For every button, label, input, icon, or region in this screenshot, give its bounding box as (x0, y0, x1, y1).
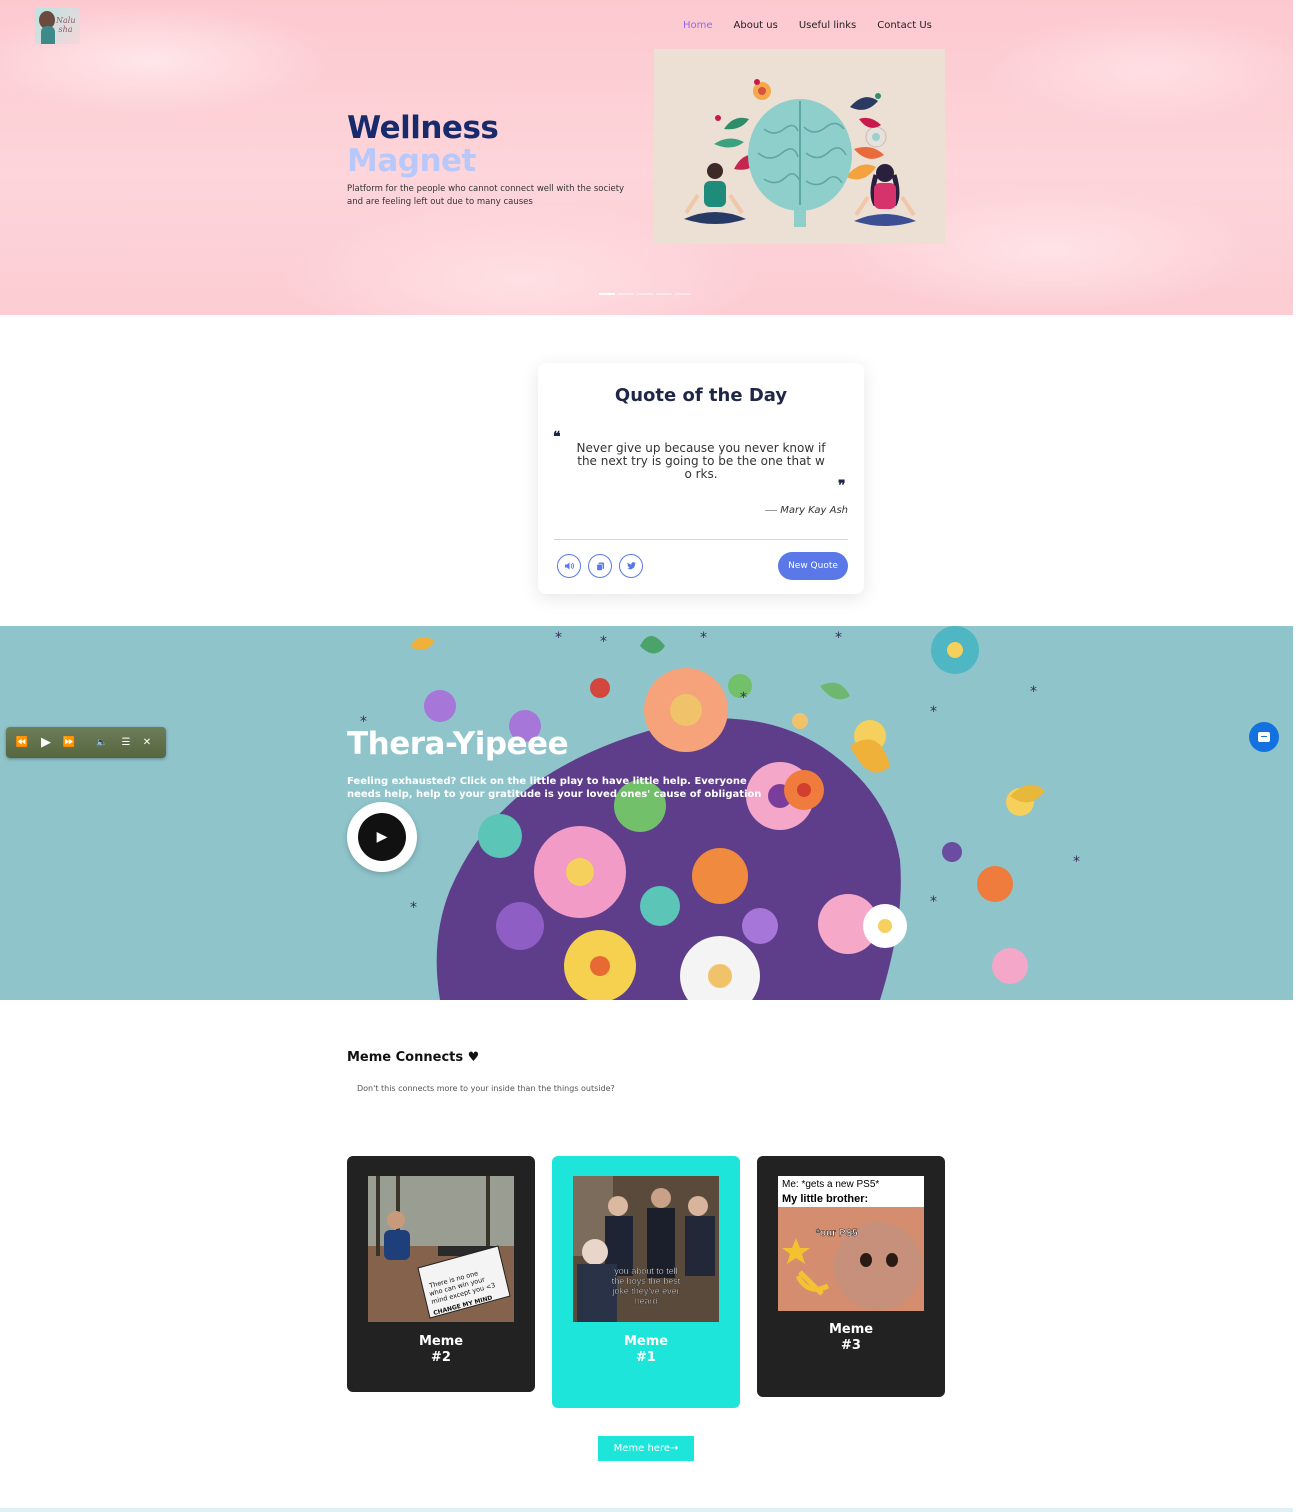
carousel-dot[interactable] (675, 293, 691, 295)
carousel-dot[interactable] (618, 293, 634, 295)
rewind-icon[interactable]: ⏪ (6, 737, 38, 748)
hero-title-wellness: Wellness (347, 110, 499, 146)
audio-player: ⏪ ▶ ⏩ 🔈 ☰ ✕ (6, 727, 166, 758)
quote-open-mark-icon: ❝ (553, 429, 561, 445)
meme-card-2[interactable]: There is no one who can win your mind ex… (347, 1156, 535, 1392)
svg-text:My little brother:: My little brother: (782, 1193, 868, 1205)
chat-button[interactable] (1249, 722, 1279, 752)
svg-text:*: * (930, 894, 937, 910)
nav-contact-us[interactable]: Contact Us (877, 20, 932, 31)
svg-text:*our PS5: *our PS5 (816, 1228, 858, 1239)
carousel-dot[interactable] (637, 293, 653, 295)
play-icon[interactable]: ▶ (38, 735, 54, 750)
speak-button[interactable] (557, 554, 581, 578)
svg-text:heard: heard (634, 1296, 657, 1306)
thera-yipeee-section: * * * * * * * * * * * Thera-Yipeee Feeling exha… (0, 626, 1293, 1000)
floral-head-illustration: ** * *** *** * * (360, 626, 1080, 1000)
copy-button[interactable] (588, 554, 612, 578)
meme-3-caption: Meme #3 (757, 1322, 945, 1354)
thera-play-button[interactable]: ▶ (347, 802, 417, 872)
twitter-icon (626, 562, 636, 570)
meme-image-change-my-mind: There is no one who can win your mind ex… (368, 1176, 514, 1322)
svg-text:*: * (410, 900, 417, 916)
svg-text:joke they've ever: joke they've ever (611, 1286, 679, 1296)
quote-author: Mary Kay Ash (765, 505, 848, 516)
meme-here-button[interactable]: Meme here→ (598, 1436, 694, 1461)
meme-caption-title: Meme (418, 1334, 464, 1349)
close-icon[interactable]: ✕ (132, 737, 162, 748)
carousel-dot[interactable] (599, 293, 615, 295)
svg-text:*: * (835, 630, 842, 646)
nav-about-us[interactable]: About us (734, 20, 778, 31)
main-nav: Home About us Useful links Contact Us (683, 20, 953, 31)
volume-icon[interactable]: 🔈 (84, 738, 120, 748)
svg-text:*: * (700, 630, 707, 646)
carousel-indicators (599, 293, 691, 295)
svg-text:*: * (1030, 684, 1037, 700)
svg-text:*: * (555, 630, 562, 646)
svg-text:*: * (930, 704, 937, 720)
brain-meditation-illustration (654, 49, 945, 244)
hero-section: Nalu sha Home About us Useful links Cont… (0, 0, 1293, 315)
meme-card-1[interactable]: you about to tell the boys the best joke… (552, 1156, 740, 1408)
nav-home[interactable]: Home (683, 20, 713, 31)
quote-title: Quote of the Day (614, 385, 788, 406)
footer-edge (0, 1508, 1293, 1512)
fast-forward-icon[interactable]: ⏩ (54, 737, 84, 748)
meme-caption-title: Meme (623, 1334, 669, 1349)
meme-2-caption: Meme #2 (347, 1334, 535, 1366)
svg-text:Me: *gets a new PS5*: Me: *gets a new PS5* (782, 1179, 879, 1190)
meme-subtitle: Don't this connects more to your inside … (357, 1084, 615, 1093)
svg-text:the boys the best: the boys the best (612, 1276, 681, 1286)
meme-card-3[interactable]: Me: *gets a new PS5* My little brother: … (757, 1156, 945, 1397)
new-quote-button[interactable]: New Quote (778, 552, 848, 580)
nav-useful-links[interactable]: Useful links (799, 20, 856, 31)
copy-icon (596, 562, 604, 571)
carousel-dot[interactable] (656, 293, 672, 295)
quote-close-mark-icon: ❞ (838, 478, 846, 494)
svg-text:*: * (1073, 854, 1080, 870)
quote-divider (554, 539, 848, 540)
chat-icon (1258, 732, 1270, 742)
meme-caption-number: #2 (431, 1350, 451, 1365)
hero-subtitle: Platform for the people who cannot conne… (347, 184, 625, 207)
play-icon: ▶ (376, 829, 388, 845)
site-logo[interactable]: Nalu sha (35, 8, 80, 44)
thera-title: Thera-Yipeee (347, 726, 569, 762)
meme-caption-number: #1 (636, 1350, 656, 1365)
meme-image-our-ps5: Me: *gets a new PS5* My little brother: … (778, 1176, 924, 1311)
svg-text:*: * (600, 634, 607, 650)
meme-caption-number: #3 (841, 1338, 861, 1353)
quote-text: Never give up because you never know if … (576, 441, 826, 481)
meme-caption-title: Meme (828, 1322, 874, 1337)
svg-text:*: * (740, 690, 747, 706)
svg-text:you about to tell: you about to tell (614, 1266, 678, 1276)
meme-1-caption: Meme #1 (552, 1334, 740, 1366)
tweet-button[interactable] (619, 554, 643, 578)
quote-card: Quote of the Day ❝ Never give up because… (538, 363, 864, 594)
meme-heading: Meme Connects ♥ (347, 1050, 480, 1065)
thera-subtitle: Feeling exhausted? Click on the little p… (347, 776, 762, 800)
playlist-icon[interactable]: ☰ (120, 737, 132, 748)
speaker-icon (565, 562, 574, 570)
hero-title-magnet: Magnet (347, 143, 476, 179)
meme-image-boys-joke: you about to tell the boys the best joke… (573, 1176, 719, 1322)
